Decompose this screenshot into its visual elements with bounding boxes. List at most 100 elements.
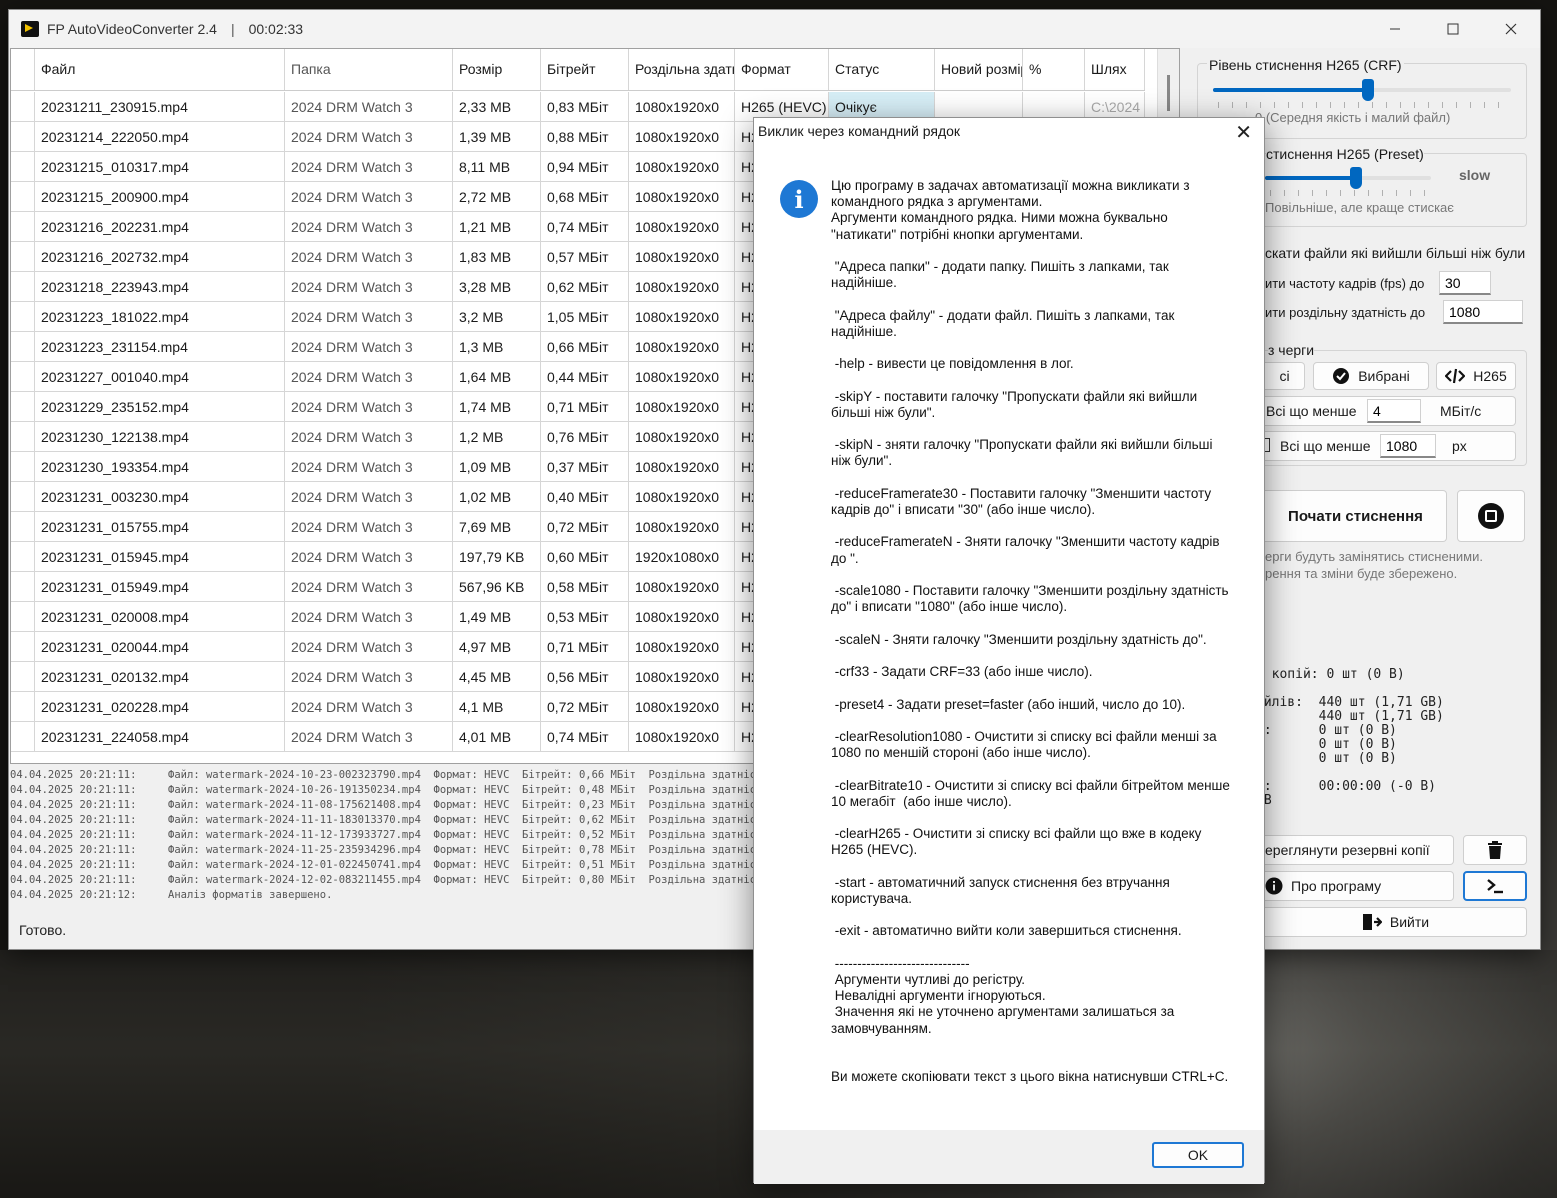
command-line-button[interactable] bbox=[1463, 871, 1527, 901]
table-cell: 0,72 МБіт bbox=[541, 512, 629, 541]
table-cell: 20231231_020132.mp4 bbox=[35, 662, 285, 691]
row-header[interactable] bbox=[11, 602, 35, 631]
maximize-button[interactable] bbox=[1424, 10, 1482, 48]
about-button[interactable]: Про програму bbox=[1265, 871, 1454, 901]
table-cell: 1,09 MB bbox=[453, 452, 541, 481]
table-cell: 20231229_235152.mp4 bbox=[35, 392, 285, 421]
minimize-button[interactable] bbox=[1366, 10, 1424, 48]
row-header[interactable] bbox=[11, 722, 35, 751]
column-header[interactable]: Бітрейт bbox=[541, 49, 629, 90]
ok-button[interactable]: OK bbox=[1152, 1142, 1244, 1168]
table-cell: 2024 DRM Watch 3 bbox=[285, 662, 453, 691]
row-header[interactable] bbox=[11, 272, 35, 301]
table-cell: 2024 DRM Watch 3 bbox=[285, 152, 453, 181]
table-cell: 1080x1920x0 bbox=[629, 662, 735, 691]
fps-label[interactable]: ити частоту кадрів (fps) до bbox=[1265, 276, 1424, 291]
close-button[interactable] bbox=[1482, 10, 1540, 48]
status-text: Готово. bbox=[19, 922, 67, 938]
exit-label: Вийти bbox=[1389, 914, 1430, 930]
exit-button[interactable]: Вийти bbox=[1265, 907, 1527, 937]
row-header[interactable] bbox=[11, 212, 35, 241]
stop-button[interactable] bbox=[1457, 490, 1525, 542]
bitrate-unit: МБіт/с bbox=[1440, 403, 1482, 419]
row-header[interactable] bbox=[11, 662, 35, 691]
elapsed-time: 00:02:33 bbox=[248, 21, 304, 37]
table-cell: 2024 DRM Watch 3 bbox=[285, 422, 453, 451]
row-header[interactable] bbox=[11, 152, 35, 181]
column-header[interactable]: Розмір bbox=[453, 49, 541, 90]
table-cell: 20231231_015755.mp4 bbox=[35, 512, 285, 541]
log-line: 04.04.2025 20:21:11: Файл: watermark-202… bbox=[10, 829, 756, 841]
bitrate-input[interactable] bbox=[1367, 399, 1421, 423]
table-cell: 1080x1920x0 bbox=[629, 722, 735, 751]
table-cell: 1080x1920x0 bbox=[629, 332, 735, 361]
clear-h265-button[interactable]: H265 bbox=[1436, 362, 1516, 390]
trash-icon bbox=[1488, 841, 1502, 859]
delete-button[interactable] bbox=[1463, 835, 1527, 865]
column-header[interactable]: Формат bbox=[735, 49, 829, 90]
row-header[interactable] bbox=[11, 242, 35, 271]
row-header[interactable] bbox=[11, 482, 35, 511]
clear-resolution-checkbox[interactable] bbox=[1265, 438, 1270, 452]
clear-selected-button[interactable]: Вибрані bbox=[1313, 362, 1429, 390]
preset-slider-thumb[interactable] bbox=[1350, 167, 1363, 189]
table-cell: 20231216_202732.mp4 bbox=[35, 242, 285, 271]
fps-input[interactable] bbox=[1439, 271, 1491, 295]
dialog-close-button[interactable]: ✕ bbox=[1235, 120, 1252, 145]
table-cell: 1080x1920x0 bbox=[629, 392, 735, 421]
crf-slider-thumb[interactable] bbox=[1362, 79, 1374, 101]
clear-bitrate-label[interactable]: Всі що менше bbox=[1266, 403, 1357, 419]
clear-selected-label: Вибрані bbox=[1358, 368, 1410, 384]
row-header[interactable] bbox=[11, 392, 35, 421]
clear-all-button[interactable]: сі bbox=[1265, 362, 1305, 390]
table-cell: 20231231_020228.mp4 bbox=[35, 692, 285, 721]
column-header[interactable]: Файл bbox=[35, 49, 285, 90]
dialog-message: Цю програму в задачах автоматизації можн… bbox=[831, 178, 1230, 1085]
column-header[interactable]: % bbox=[1023, 49, 1085, 90]
table-cell: 2024 DRM Watch 3 bbox=[285, 92, 453, 121]
row-header[interactable] bbox=[11, 302, 35, 331]
preset-hint: Повільніше, але краще стискає bbox=[1265, 200, 1454, 215]
crf-slider-fill bbox=[1213, 88, 1368, 92]
scale-label[interactable]: ити роздільну здатність до bbox=[1265, 305, 1425, 320]
column-header[interactable]: Новий розмір bbox=[935, 49, 1023, 90]
column-header[interactable]: Роздільна здатність bbox=[629, 49, 735, 90]
table-cell: 2024 DRM Watch 3 bbox=[285, 272, 453, 301]
row-header[interactable] bbox=[11, 632, 35, 661]
row-header[interactable] bbox=[11, 182, 35, 211]
table-cell: 4,1 MB bbox=[453, 692, 541, 721]
resolution-input[interactable] bbox=[1380, 434, 1436, 458]
row-header[interactable] bbox=[11, 512, 35, 541]
title-bar[interactable]: FP AutoVideoConverter 2.4 | 00:02:33 bbox=[9, 10, 1540, 48]
log-line: 04.04.2025 20:21:11: Файл: watermark-202… bbox=[10, 844, 756, 856]
skip-larger-label[interactable]: скати файли які вийшли більші ніж були bbox=[1265, 245, 1525, 261]
row-header[interactable] bbox=[11, 332, 35, 361]
row-header[interactable] bbox=[11, 122, 35, 151]
row-header[interactable] bbox=[11, 362, 35, 391]
view-backups-button[interactable]: ереглянути резервні копії bbox=[1265, 835, 1454, 865]
table-cell: 4,97 MB bbox=[453, 632, 541, 661]
table-cell: 0,37 МБіт bbox=[541, 452, 629, 481]
view-backups-label: ереглянути резервні копії bbox=[1265, 842, 1430, 858]
table-cell: 1080x1920x0 bbox=[629, 122, 735, 151]
column-header[interactable]: Шлях bbox=[1085, 49, 1145, 90]
column-header[interactable]: Статус bbox=[829, 49, 935, 90]
row-header[interactable] bbox=[11, 422, 35, 451]
table-cell: 2024 DRM Watch 3 bbox=[285, 392, 453, 421]
table-cell: 2,72 MB bbox=[453, 182, 541, 211]
row-header[interactable] bbox=[11, 692, 35, 721]
row-header[interactable] bbox=[11, 92, 35, 121]
scrollbar-thumb[interactable] bbox=[1167, 75, 1170, 111]
table-cell: 4,45 MB bbox=[453, 662, 541, 691]
scale-input[interactable] bbox=[1443, 300, 1523, 324]
log-line: 04.04.2025 20:21:11: Файл: watermark-202… bbox=[10, 784, 756, 796]
table-cell: 3,2 MB bbox=[453, 302, 541, 331]
log-line: 04.04.2025 20:21:11: Файл: watermark-202… bbox=[10, 859, 756, 871]
resolution-unit: px bbox=[1452, 438, 1467, 454]
row-header[interactable] bbox=[11, 452, 35, 481]
row-header[interactable] bbox=[11, 572, 35, 601]
column-header[interactable]: Папка bbox=[285, 49, 453, 90]
start-compression-button[interactable]: Почати стиснення bbox=[1265, 490, 1447, 542]
row-header[interactable] bbox=[11, 542, 35, 571]
clear-resolution-label[interactable]: Всі що менше bbox=[1280, 438, 1371, 454]
